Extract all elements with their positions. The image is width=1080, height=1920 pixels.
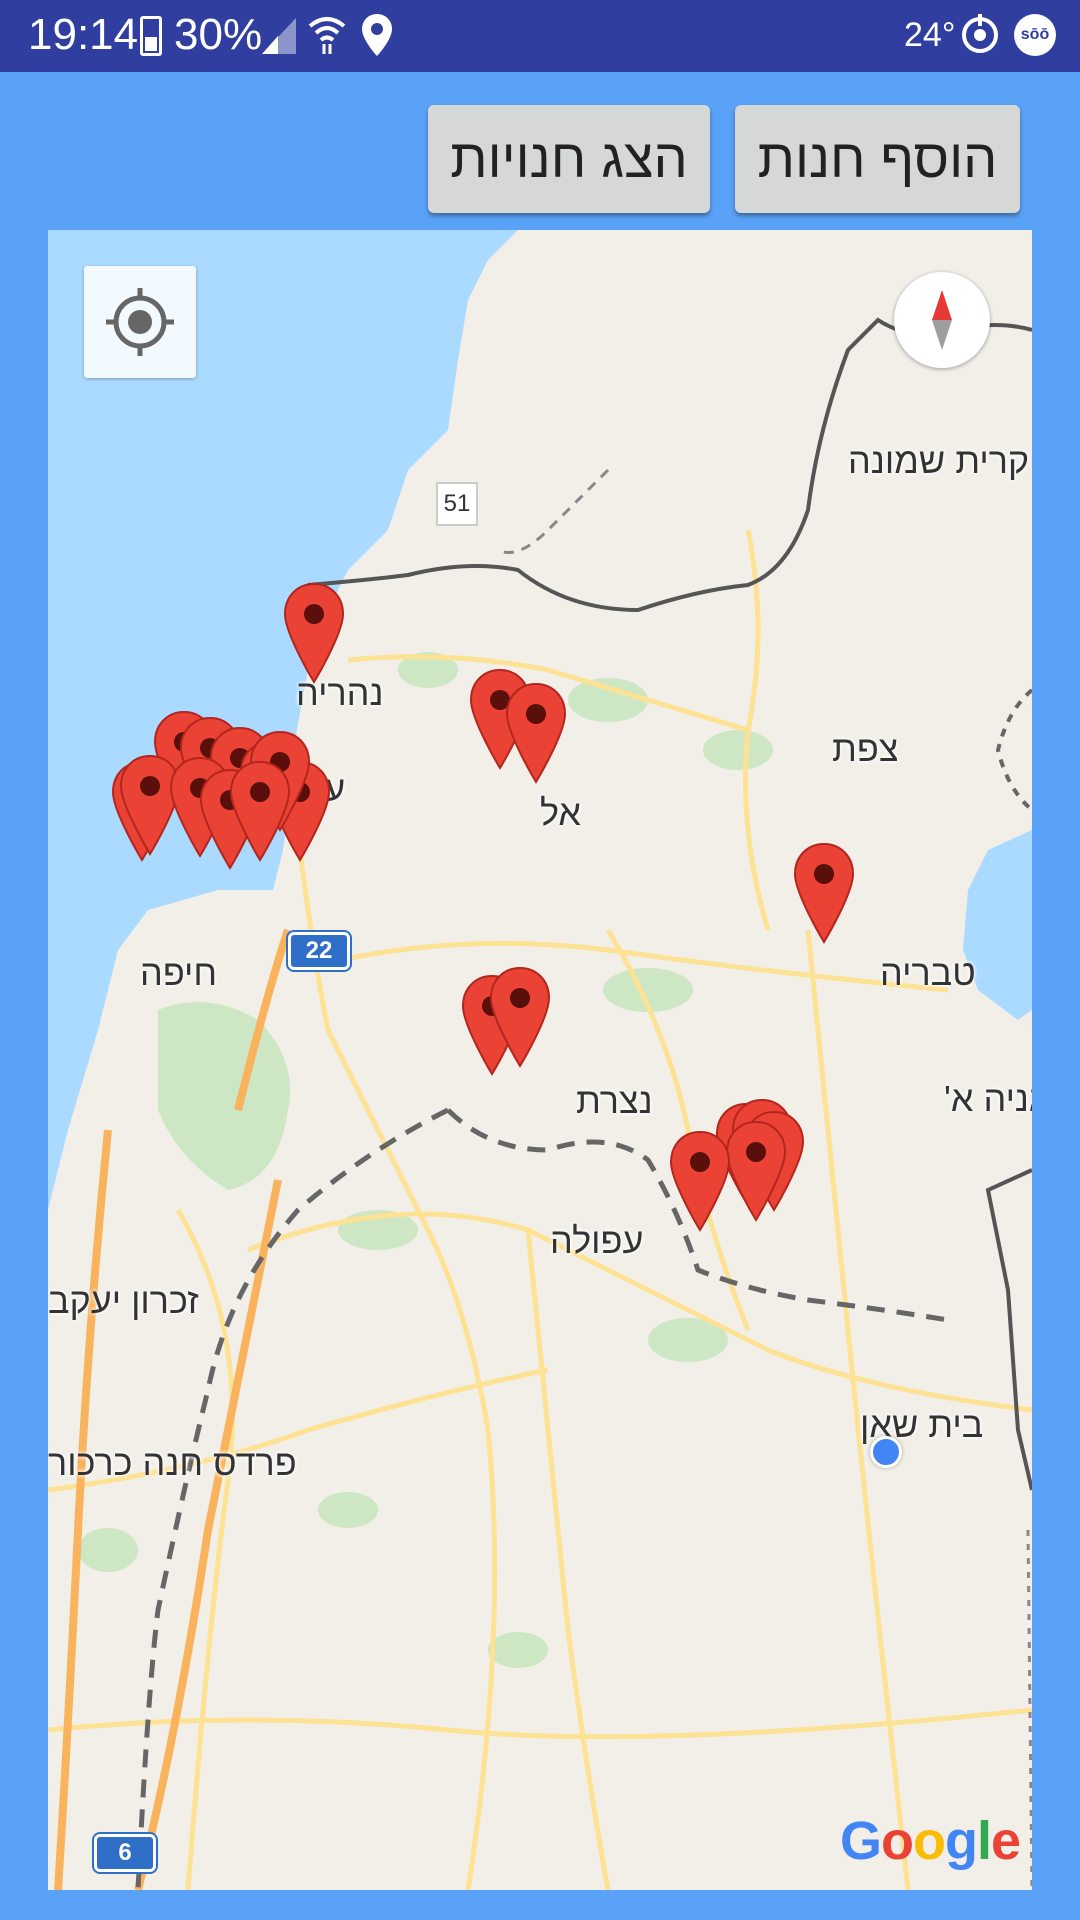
battery-charging-icon [140, 16, 162, 56]
label-karmiel: אל [540, 792, 581, 833]
status-bar: 19:14 30% 24° sōō [0, 0, 1080, 72]
map-view[interactable]: קרית שמונה נהריה עכו צפת אל טבריה חיפה נ… [48, 230, 1032, 1890]
status-time: 19:14 [28, 10, 139, 59]
my-location-button[interactable] [84, 266, 196, 378]
cell-signal-icon [262, 18, 296, 54]
label-pardes-hanna: פרדס חנה כרכור [48, 1442, 297, 1483]
crosshair-icon [106, 288, 174, 356]
route-22-shield: 22 [288, 932, 350, 970]
label-afula: עפולה [550, 1220, 644, 1261]
show-stores-button[interactable]: הצג חנויות [428, 105, 710, 213]
store-marker[interactable] [724, 1120, 788, 1224]
store-marker[interactable] [668, 1130, 732, 1234]
store-marker[interactable] [504, 682, 568, 786]
label-tiberias: טבריה [880, 952, 976, 993]
route-51-shield: 51 [436, 482, 478, 526]
label-nazareth: נצרת [576, 1080, 653, 1121]
current-location-dot [870, 1436, 902, 1468]
app-badge-icon: sōō [1014, 14, 1056, 56]
location-icon [362, 14, 392, 56]
store-marker[interactable] [792, 842, 856, 946]
label-tzfat: צפת [832, 728, 899, 769]
google-attribution: Google [840, 1811, 1021, 1871]
label-zichron: זכרון יעקב [48, 1280, 199, 1321]
store-marker[interactable] [488, 966, 552, 1070]
label-degania: גניה א' [944, 1078, 1032, 1119]
label-haifa: חיפה [140, 952, 218, 993]
battery-percentage: 30% [174, 10, 263, 59]
label-kiryat-shmona: קרית שמונה [848, 440, 1030, 481]
route-6-shield: 6 [94, 1834, 156, 1872]
add-store-button[interactable]: הוסף חנות [735, 105, 1020, 213]
compass-button[interactable] [894, 272, 990, 368]
temperature: 24° [904, 16, 956, 54]
wifi-icon [308, 17, 346, 54]
power-saver-icon [962, 14, 998, 53]
store-marker[interactable] [282, 582, 346, 686]
compass-icon [932, 290, 952, 350]
store-marker[interactable] [228, 760, 292, 864]
